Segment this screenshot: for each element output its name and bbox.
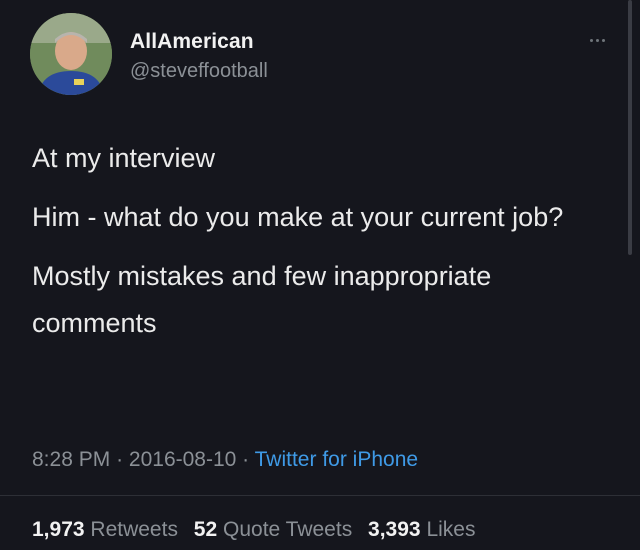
likes-stat[interactable]: 3,393 Likes bbox=[368, 518, 475, 541]
tweet-line: Him - what do you make at your current j… bbox=[32, 202, 564, 232]
tweet-source-link[interactable]: Twitter for iPhone bbox=[255, 448, 418, 471]
retweets-stat[interactable]: 1,973 Retweets bbox=[32, 518, 178, 541]
likes-count: 3,393 bbox=[368, 518, 421, 541]
tweet-meta: 8:28 PM · 2016-08-10 · Twitter for iPhon… bbox=[32, 448, 418, 472]
retweets-count: 1,973 bbox=[32, 518, 85, 541]
display-name[interactable]: AllAmerican bbox=[130, 30, 254, 54]
separator: · bbox=[242, 448, 250, 471]
user-handle[interactable]: @steveffootball bbox=[130, 60, 268, 83]
more-options-icon[interactable] bbox=[582, 30, 612, 50]
avatar[interactable] bbox=[30, 13, 112, 95]
separator: · bbox=[116, 448, 124, 471]
retweets-label: Retweets bbox=[90, 518, 178, 541]
scrollbar[interactable] bbox=[628, 0, 632, 255]
tweet-card: AllAmerican @steveffootball At my interv… bbox=[0, 0, 640, 550]
likes-label: Likes bbox=[426, 518, 476, 541]
tweet-stats: 1,973 Retweets 52 Quote Tweets 3,393 Lik… bbox=[32, 518, 485, 542]
tweet-line: Mostly mistakes and few inappropriate co… bbox=[32, 261, 492, 338]
tweet-line: At my interview bbox=[32, 143, 216, 173]
quote-tweets-stat[interactable]: 52 Quote Tweets bbox=[194, 518, 352, 541]
tweet-date[interactable]: 2016-08-10 bbox=[129, 448, 236, 471]
tweet-text: At my interview Him - what do you make a… bbox=[32, 135, 612, 359]
tweet-time[interactable]: 8:28 PM bbox=[32, 448, 110, 471]
avatar-photo-icon bbox=[30, 13, 112, 95]
quote-tweets-label: Quote Tweets bbox=[223, 518, 353, 541]
divider bbox=[0, 495, 640, 496]
quote-tweets-count: 52 bbox=[193, 518, 218, 541]
